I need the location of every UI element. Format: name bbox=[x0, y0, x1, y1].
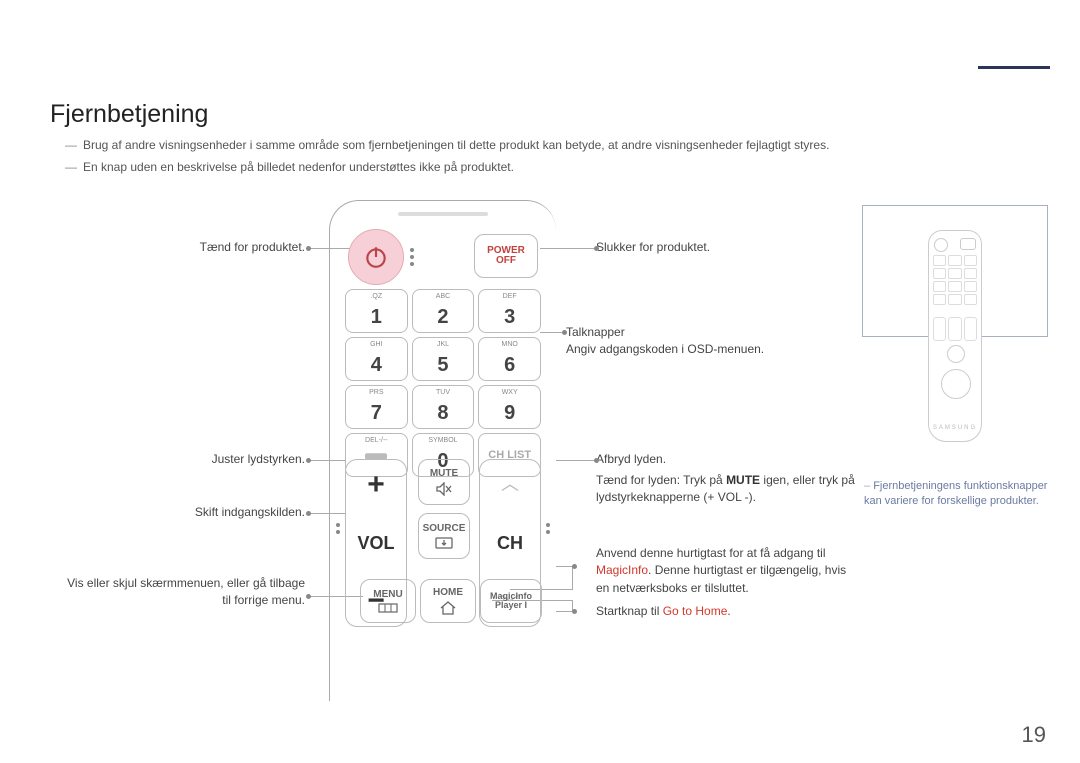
key-2: ABC2 bbox=[412, 289, 475, 333]
key-7: PRS7 bbox=[345, 385, 408, 429]
note-1-text: Brug af andre visningsenheder i samme om… bbox=[83, 138, 829, 152]
power-off-button: POWER OFF bbox=[474, 234, 538, 278]
vol-up-icon: + bbox=[367, 470, 385, 500]
callout-home: Startknap til Go to Home. bbox=[596, 604, 856, 618]
note-2-text: En knap uden en beskrivelse på billedet … bbox=[83, 160, 514, 174]
callout-menu-l1: Vis eller skjul skærmmenuen, eller gå ti… bbox=[67, 576, 305, 590]
callout-numpad-l1: Talknapper bbox=[566, 325, 625, 339]
callout-volume: Juster lydstyrken. bbox=[80, 452, 305, 466]
menu-icon bbox=[378, 603, 398, 613]
power-off-l2: OFF bbox=[496, 256, 516, 267]
key-5: JKL5 bbox=[412, 337, 475, 381]
callout-numpad-l2: Angiv adgangskoden i OSD-menuen. bbox=[566, 342, 764, 356]
callout-power-on: Tænd for produktet. bbox=[80, 240, 305, 254]
magicinfo-button: MagicInfo Player I bbox=[480, 579, 542, 623]
power-icon bbox=[363, 244, 389, 270]
menu-button: MENU bbox=[360, 579, 416, 623]
callout-magicinfo: Anvend denne hurtigtast for at få adgang… bbox=[596, 545, 856, 597]
page-number: 19 bbox=[1022, 722, 1046, 748]
remote-inset: SAMSUNG bbox=[928, 230, 982, 442]
callout-mute: Afbryd lyden. bbox=[596, 452, 856, 466]
key-6: MNO6 bbox=[478, 337, 541, 381]
home-icon bbox=[439, 601, 457, 615]
note-line-2: ―En knap uden en beskrivelse på billedet… bbox=[65, 160, 514, 174]
side-note: – Fjernbetjeningens funktionsknapper kan… bbox=[864, 479, 1048, 509]
source-icon bbox=[435, 537, 453, 549]
key-8: TUV8 bbox=[412, 385, 475, 429]
callout-menu-l2: til forrige menu. bbox=[222, 593, 305, 607]
page-title: Fjernbetjening bbox=[50, 100, 208, 129]
mute-button: MUTE bbox=[418, 459, 470, 505]
source-button: SOURCE bbox=[418, 513, 470, 559]
header-accent-rule bbox=[978, 66, 1050, 69]
home-button: HOME bbox=[420, 579, 476, 623]
remote-diagram: POWER OFF .QZ1 ABC2 DEF3 GHI4 JKL5 MNO6 … bbox=[329, 200, 556, 701]
key-3: DEF3 bbox=[478, 289, 541, 333]
remote-inset-frame: SAMSUNG bbox=[862, 205, 1048, 337]
callout-menu: Vis eller skjul skærmmenuen, eller gå ti… bbox=[50, 575, 305, 610]
callout-power-off: Slukker for produktet. bbox=[596, 240, 856, 254]
note-line-1: ―Brug af andre visningsenheder i samme o… bbox=[65, 138, 829, 152]
inset-brand: SAMSUNG bbox=[929, 425, 981, 431]
callout-mute-detail: Tænd for lyden: Tryk på MUTE igen, eller… bbox=[596, 472, 856, 507]
key-4: GHI4 bbox=[345, 337, 408, 381]
remote-notch bbox=[398, 212, 488, 216]
ch-label: CH bbox=[497, 533, 523, 554]
callout-source: Skift indgangskilden. bbox=[80, 505, 305, 519]
ch-up-icon: ︿ bbox=[501, 470, 519, 496]
vol-label: VOL bbox=[357, 533, 394, 554]
key-9: WXY9 bbox=[478, 385, 541, 429]
numpad: .QZ1 ABC2 DEF3 GHI4 JKL5 MNO6 PRS7 TUV8 … bbox=[345, 289, 541, 477]
power-button bbox=[348, 229, 404, 285]
callout-numpad: Talknapper Angiv adgangskoden i OSD-menu… bbox=[566, 324, 846, 359]
key-1: .QZ1 bbox=[345, 289, 408, 333]
mute-icon bbox=[436, 482, 452, 496]
